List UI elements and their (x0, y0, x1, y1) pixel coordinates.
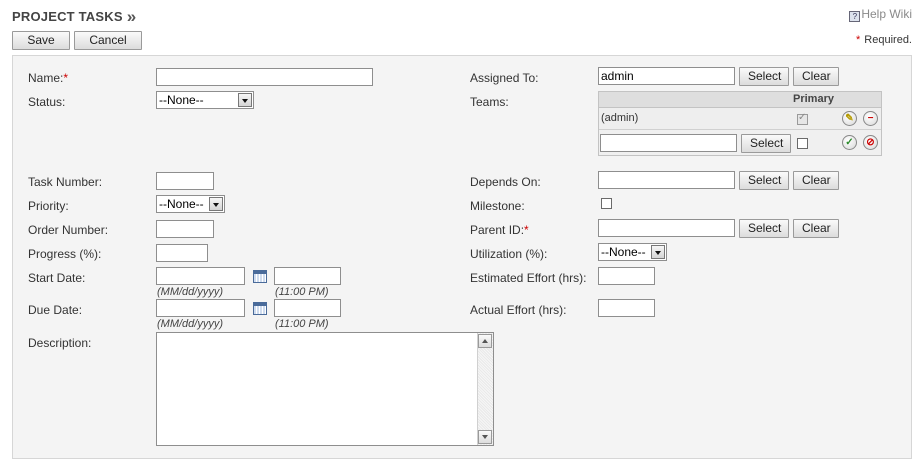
due-date-input[interactable] (156, 299, 245, 317)
estimated-effort-label: Estimated Effort (hrs): (470, 271, 587, 285)
due-date-label: Due Date: (28, 303, 83, 317)
milestone-label: Milestone: (470, 199, 525, 213)
teams-row: (admin) ✎ − (599, 108, 881, 130)
depends-on-input[interactable] (598, 171, 735, 189)
priority-select[interactable]: --None-- (156, 195, 225, 213)
teams-primary-header: Primary (793, 93, 834, 105)
utilization-label: Utilization (%): (470, 247, 548, 261)
start-date-format-hint: (MM/dd/yyyy) (157, 286, 223, 298)
team-select-button[interactable]: Select (741, 134, 791, 153)
name-input[interactable] (156, 68, 373, 86)
assigned-to-select-button[interactable]: Select (739, 67, 789, 86)
parent-id-label-text: Parent ID: (470, 223, 525, 237)
task-number-input[interactable] (156, 172, 214, 190)
due-date-calendar-icon[interactable] (253, 302, 267, 315)
priority-label: Priority: (28, 199, 69, 213)
depends-on-label: Depends On: (470, 175, 541, 189)
progress-input[interactable] (156, 244, 208, 262)
parent-id-label: Parent ID:* (470, 223, 529, 237)
status-select-value: --None-- (159, 93, 204, 107)
new-team-primary-checkbox[interactable] (797, 138, 808, 149)
teams-table-header: Primary (599, 92, 881, 108)
cancel-button[interactable]: Cancel (74, 31, 142, 50)
start-date-input[interactable] (156, 267, 245, 285)
parent-id-clear-button[interactable]: Clear (793, 219, 839, 238)
parent-id-required-star: * (524, 223, 529, 237)
assigned-to-input[interactable] (598, 67, 735, 85)
priority-select-value: --None-- (159, 197, 204, 211)
required-note-text: Required. (864, 34, 912, 46)
milestone-checkbox[interactable] (601, 198, 612, 209)
depends-on-clear-button[interactable]: Clear (793, 171, 839, 190)
name-label-text: Name: (28, 71, 64, 85)
name-label: Name:* (28, 71, 68, 85)
help-wiki-link[interactable]: ? Help Wiki (849, 7, 912, 22)
assigned-to-clear-button[interactable]: Clear (793, 67, 839, 86)
due-date-format-hint: (MM/dd/yyyy) (157, 318, 223, 330)
name-required-star: * (63, 71, 69, 85)
description-label: Description: (28, 336, 92, 350)
order-number-input[interactable] (156, 220, 214, 238)
page-title: PROJECT TASKS» (12, 6, 136, 26)
due-time-input[interactable] (274, 299, 341, 317)
utilization-select-value: --None-- (601, 245, 646, 259)
parent-id-select-button[interactable]: Select (739, 219, 789, 238)
scroll-up-icon[interactable] (478, 334, 492, 348)
task-number-label: Task Number: (28, 175, 103, 189)
depends-on-select-button[interactable]: Select (739, 171, 789, 190)
utilization-select[interactable]: --None-- (598, 243, 667, 261)
status-dropdown-arrow-icon (238, 93, 252, 107)
parent-id-input[interactable] (598, 219, 735, 237)
order-number-label: Order Number: (28, 223, 109, 237)
required-note: * Required. (856, 34, 912, 46)
help-icon: ? (849, 11, 861, 22)
actual-effort-input[interactable] (598, 299, 655, 317)
status-select[interactable]: --None-- (156, 91, 254, 109)
due-time-format-hint: (11:00 PM) (275, 318, 329, 330)
start-time-input[interactable] (274, 267, 341, 285)
assigned-to-label: Assigned To: (470, 71, 539, 85)
team-name-input[interactable] (600, 134, 737, 152)
required-star: * (856, 34, 861, 46)
edit-team-pencil-icon[interactable]: ✎ (842, 111, 857, 126)
help-wiki-label: Help Wiki (861, 7, 912, 21)
utilization-dropdown-arrow-icon (651, 245, 665, 259)
teams-primary-checkbox (797, 112, 808, 125)
teams-table: Primary (admin) ✎ − Select ✓ ⊘ (598, 91, 882, 156)
confirm-team-check-icon[interactable]: ✓ (842, 135, 857, 150)
start-date-calendar-icon[interactable] (253, 270, 267, 283)
priority-dropdown-arrow-icon (209, 197, 223, 211)
title-chevron-icon: » (126, 7, 137, 26)
description-scrollbar[interactable] (477, 333, 493, 445)
teams-label: Teams: (470, 95, 509, 109)
page-title-text: PROJECT TASKS (12, 9, 123, 24)
start-time-format-hint: (11:00 PM) (275, 286, 329, 298)
scroll-down-icon[interactable] (478, 430, 492, 444)
actual-effort-label: Actual Effort (hrs): (470, 303, 567, 317)
status-label: Status: (28, 95, 66, 109)
description-textarea[interactable] (156, 332, 494, 446)
start-date-label: Start Date: (28, 271, 86, 285)
teams-row-name: (admin) (601, 112, 639, 124)
cancel-team-cancel-icon[interactable]: ⊘ (863, 135, 878, 150)
estimated-effort-input[interactable] (598, 267, 655, 285)
remove-team-minus-icon[interactable]: − (863, 111, 878, 126)
progress-label: Progress (%): (28, 247, 102, 261)
save-button[interactable]: Save (12, 31, 70, 50)
